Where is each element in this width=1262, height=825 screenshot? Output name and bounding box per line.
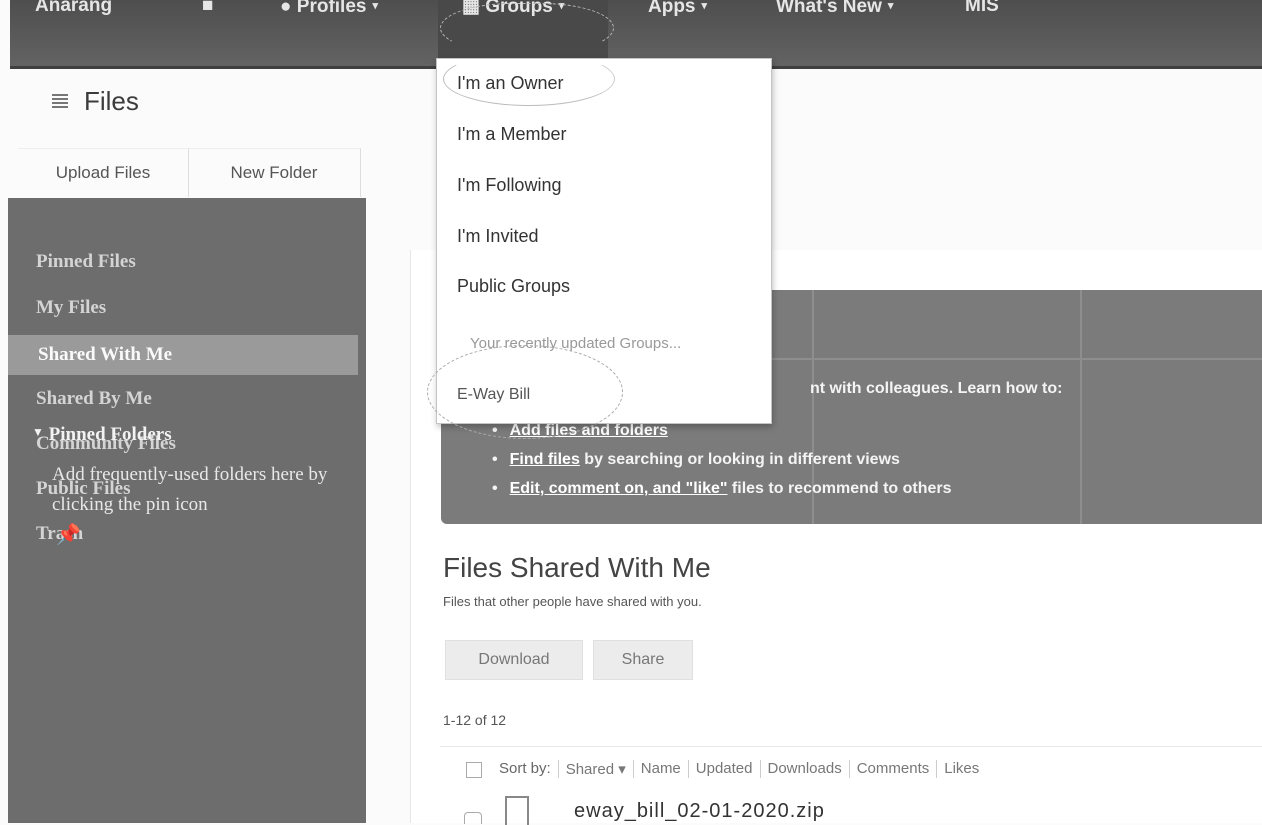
pinned-folders-hint: Add frequently-used folders here by clic…: [52, 464, 328, 515]
section-subheading: Files that other people have shared with…: [443, 594, 702, 609]
pinned-folders-label: Pinned Folders: [48, 424, 172, 445]
zip-file-icon: [505, 796, 529, 825]
sort-bar: Sort by: Shared ▾ Name Updated Downloads…: [499, 760, 986, 778]
sort-option-shared[interactable]: Shared ▾: [557, 760, 633, 778]
new-folder-button[interactable]: New Folder: [188, 148, 361, 197]
caret-down-icon: ▼: [32, 425, 44, 439]
chevron-down-icon: ▾: [887, 0, 894, 12]
banner-intro-text: nt with colleagues. Learn how to:: [810, 380, 1063, 397]
annotation-circle: [427, 345, 623, 439]
sort-option-comments[interactable]: Comments: [848, 760, 937, 778]
sort-option-updated[interactable]: Updated: [687, 760, 760, 778]
sort-by-label: Sort by:: [499, 760, 551, 777]
banner-list-item: • Find files by searching or looking in d…: [492, 451, 900, 468]
find-files-link[interactable]: Find files: [510, 451, 580, 468]
menu-item-public-groups[interactable]: Public Groups: [457, 276, 570, 297]
file-row-checkbox[interactable]: [464, 812, 482, 824]
select-all-checkbox[interactable]: [466, 762, 482, 778]
banner-item-text: files to recommend to others: [727, 480, 952, 497]
nav-mis[interactable]: MIS: [965, 0, 999, 24]
menu-item-im-invited[interactable]: I'm Invited: [457, 226, 538, 247]
nav-profiles-label: Profiles: [296, 0, 367, 17]
banner-list-item: • Edit, comment on, and "like" files to r…: [492, 480, 952, 497]
person-icon: ●: [280, 0, 297, 17]
file-name-link[interactable]: eway_bill_02-01-2020.zip: [574, 800, 825, 823]
download-button[interactable]: Download: [445, 640, 583, 680]
nav-apps-label: Apps: [648, 0, 696, 17]
nav-profiles[interactable]: ● Profiles ▾: [280, 0, 378, 24]
menu-item-im-following[interactable]: I'm Following: [457, 175, 561, 196]
nav-whats-new[interactable]: What's New ▾: [776, 0, 893, 24]
nav-apps[interactable]: Apps ▾: [648, 0, 707, 24]
upload-files-button[interactable]: Upload Files: [18, 148, 189, 197]
sidebar-item-my-files[interactable]: My Files: [36, 297, 106, 319]
sidebar-item-shared-with-me[interactable]: Shared With Me: [8, 335, 358, 375]
annotation-circle: [440, 3, 614, 53]
result-count: 1-12 of 12: [443, 712, 507, 728]
sort-option-name[interactable]: Name: [632, 760, 688, 778]
brand-link[interactable]: Anarang: [35, 0, 112, 24]
home-icon[interactable]: ■: [202, 0, 213, 24]
sidebar-item-pinned-files[interactable]: Pinned Files: [36, 251, 136, 273]
sidebar-item-shared-by-me[interactable]: Shared By Me: [36, 388, 152, 410]
page-title: Files: [52, 86, 139, 117]
share-button[interactable]: Share: [593, 640, 693, 680]
sort-option-likes[interactable]: Likes: [936, 760, 986, 778]
chevron-down-icon: ▾: [372, 0, 378, 12]
section-heading: Files Shared With Me: [443, 552, 711, 583]
banner-divider: [1080, 290, 1082, 524]
sort-option-downloads[interactable]: Downloads: [759, 760, 849, 778]
files-icon: [52, 93, 68, 110]
chevron-down-icon: ▾: [701, 0, 708, 12]
files-title-text: Files: [84, 86, 139, 116]
edit-comment-like-link[interactable]: Edit, comment on, and "like": [510, 480, 728, 497]
nav-whats-new-label: What's New: [776, 0, 882, 17]
menu-item-im-a-member[interactable]: I'm a Member: [457, 124, 566, 145]
annotation-circle: [443, 52, 615, 106]
pinned-folders-toggle[interactable]: ▼ Pinned Folders: [32, 424, 172, 446]
pin-icon: 📌: [56, 524, 81, 546]
banner-item-text: by searching or looking in different vie…: [579, 451, 900, 468]
divider: [440, 746, 1262, 747]
